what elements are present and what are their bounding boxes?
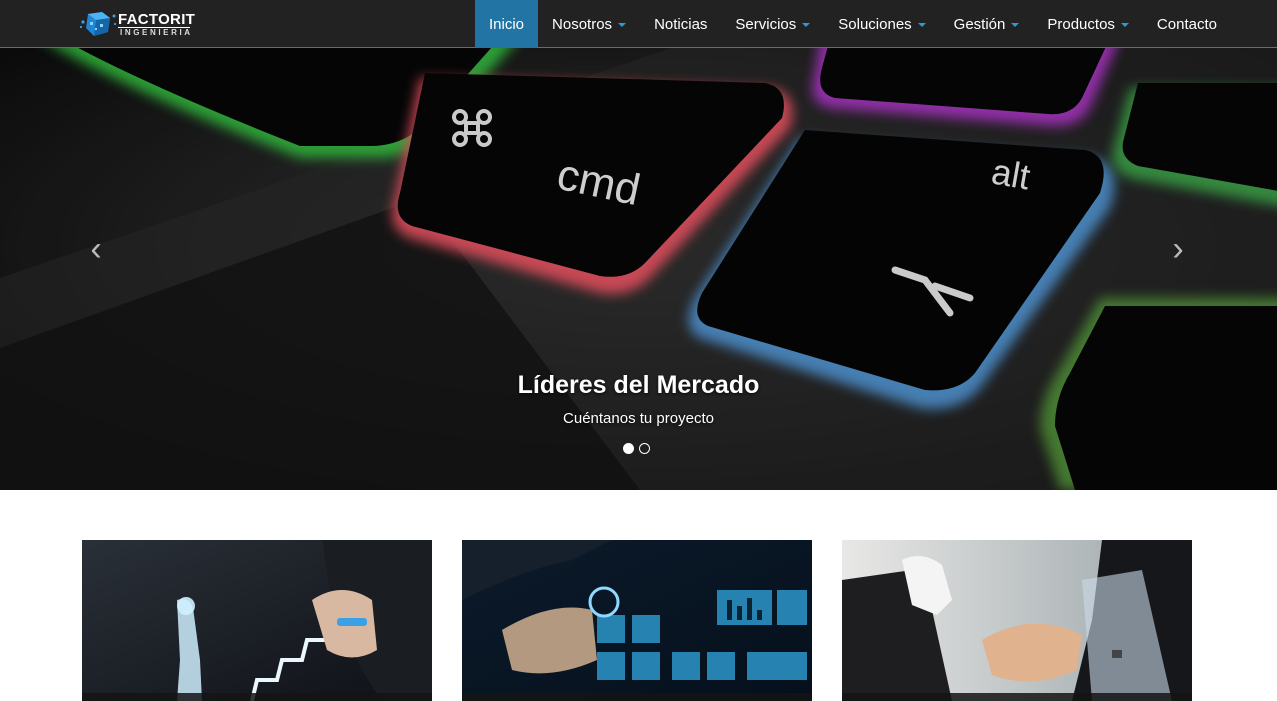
caret-down-icon [917, 23, 926, 27]
feature-card-2[interactable] [462, 540, 812, 701]
feature-card-3[interactable] [842, 540, 1192, 701]
nav-item-soluciones[interactable]: Soluciones [824, 0, 939, 48]
hero-title: Líderes del Mercado [517, 371, 760, 399]
chevron-left-icon: ‹ [90, 230, 102, 268]
nav-item-nosotros[interactable]: Nosotros [538, 0, 640, 48]
hero-subtitle: Cuéntanos tu proyecto [563, 410, 714, 427]
card-caption-bar [842, 693, 1192, 701]
nav-label: Inicio [489, 15, 525, 33]
technology-interface-photo [462, 540, 812, 701]
caret-down-icon [1120, 23, 1129, 27]
nav-item-gestion[interactable]: Gestión [940, 0, 1034, 48]
feature-card-1[interactable] [82, 540, 432, 701]
nav-label: Servicios [735, 15, 797, 33]
nav-item-inicio[interactable]: Inicio [475, 0, 539, 48]
stairs-growth-photo [82, 540, 432, 701]
navbar: FACTORIT INGENIERIA Inicio Nosotros Noti… [0, 0, 1277, 48]
brand-tagline: INGENIERIA [120, 28, 193, 37]
nav-item-productos[interactable]: Productos [1033, 0, 1143, 48]
chevron-right-icon: › [1172, 230, 1184, 268]
carousel-next-button[interactable]: › [1163, 232, 1193, 266]
carousel-indicator-1[interactable] [623, 443, 634, 454]
carousel-prev-button[interactable]: ‹ [81, 232, 111, 266]
handshake-photo [842, 540, 1192, 701]
carousel-indicator-2[interactable] [639, 443, 650, 454]
caret-down-icon [618, 23, 627, 27]
brand-name: FACTORIT [118, 11, 196, 28]
nav-label: Nosotros [552, 15, 613, 33]
caret-down-icon [1011, 23, 1020, 27]
main-nav: Inicio Nosotros Noticias Servicios Soluc… [475, 0, 1231, 48]
nav-label: Noticias [654, 15, 708, 33]
nav-item-contacto[interactable]: Contacto [1143, 0, 1231, 48]
nav-label: Soluciones [838, 15, 912, 33]
brand-logo[interactable]: FACTORIT INGENIERIA [80, 10, 195, 40]
caret-down-icon [802, 23, 811, 27]
card-caption-bar [462, 693, 812, 701]
nav-item-noticias[interactable]: Noticias [640, 0, 721, 48]
nav-label: Productos [1047, 15, 1115, 33]
nav-item-servicios[interactable]: Servicios [721, 0, 824, 48]
nav-label: Gestión [953, 15, 1006, 33]
carousel-indicators [623, 443, 650, 454]
nav-label: Contacto [1156, 15, 1217, 33]
hero-carousel: cmd alt ‹ › Líderes del Mercado Cuéntano… [0, 48, 1277, 490]
card-caption-bar [82, 693, 432, 701]
logo-cube-icon [80, 12, 117, 36]
